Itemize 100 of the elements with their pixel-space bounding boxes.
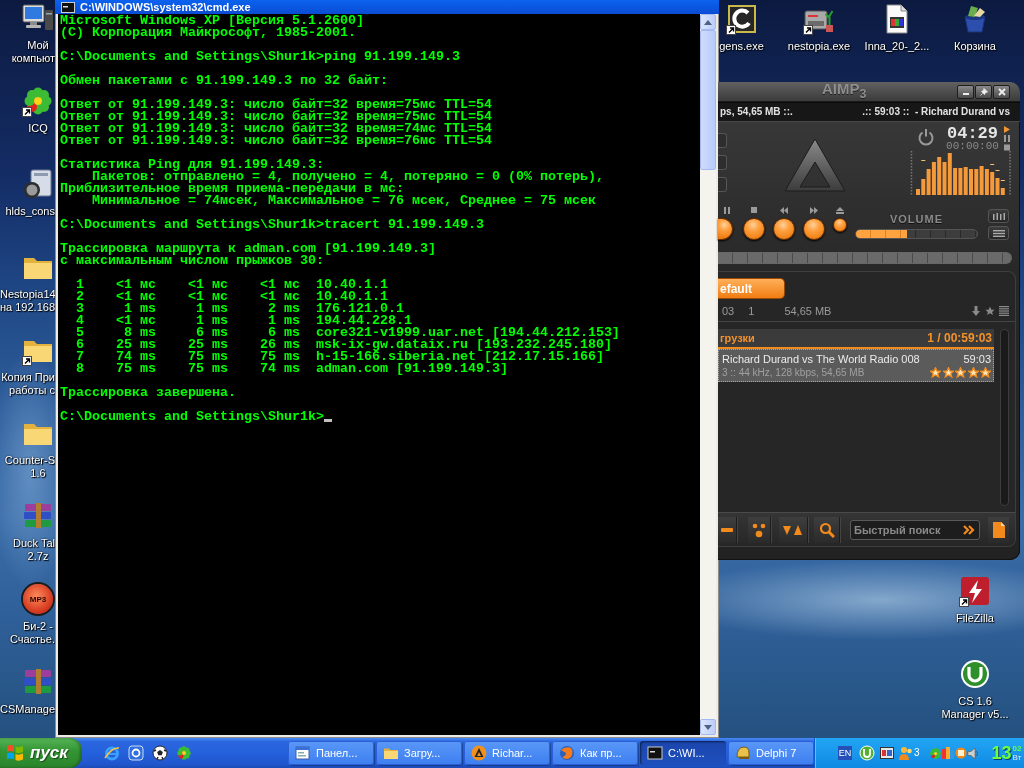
close-button[interactable] xyxy=(993,84,1010,99)
power-icon[interactable] xyxy=(917,128,935,146)
icon-label[interactable]: Копия При xyxy=(1,371,55,384)
task-button[interactable]: C:\WI... xyxy=(640,741,726,765)
app-icon[interactable] xyxy=(880,746,894,760)
task-button[interactable]: Delphi 7 xyxy=(728,741,814,765)
task-button[interactable]: Richar... xyxy=(464,741,550,765)
previous-button[interactable] xyxy=(773,218,795,240)
scrollbar[interactable] xyxy=(700,14,716,735)
console-line: Трассировка завершена. xyxy=(60,387,236,399)
search-icon xyxy=(818,521,835,538)
group-summary: 1 / 00:59:03 xyxy=(927,331,992,345)
down-arrow-icon[interactable] xyxy=(971,306,981,316)
speaker-icon[interactable] xyxy=(966,746,980,760)
lightning-tile-icon[interactable] xyxy=(959,575,991,607)
clock-day: Вт xyxy=(1012,753,1022,762)
icon-label[interactable]: Manager v5... xyxy=(941,708,1009,721)
tray-count: 3 xyxy=(914,747,920,759)
icon-label[interactable]: FileZilla xyxy=(956,612,994,625)
icon-label[interactable]: Inna_20-_2... xyxy=(864,40,930,53)
helmet-icon xyxy=(735,745,751,761)
globe-icon xyxy=(559,745,575,761)
console-line: 4 <1 мс 1 ms 1 ms 194.44.228.1 xyxy=(75,315,412,327)
icon-label[interactable]: Мой xyxy=(27,39,49,52)
previous-icon xyxy=(780,207,788,214)
task-button[interactable]: Панел... xyxy=(288,741,374,765)
console-app-icon xyxy=(61,1,75,13)
star-icon[interactable] xyxy=(955,367,966,378)
icon-label[interactable]: CSManage xyxy=(0,703,56,716)
icon-label[interactable]: CS 1.6 xyxy=(958,695,992,708)
track-duration: 59:03 xyxy=(963,352,991,366)
icon-label[interactable]: ICQ xyxy=(28,122,48,135)
console-line: C:\Documents and Settings\Shur1k>ping 91.199.149.3 xyxy=(60,51,460,63)
pin-icon xyxy=(979,87,988,96)
icon-label[interactable]: работы с xyxy=(9,384,55,397)
icon-label[interactable]: gens.exe xyxy=(719,40,764,53)
icon-label[interactable]: Nestopia14 xyxy=(0,288,56,301)
next-button[interactable] xyxy=(803,218,825,240)
icon-label[interactable]: Счастье. xyxy=(9,633,55,646)
file-type-badge[interactable]: MP3 xyxy=(23,584,53,614)
bars-button[interactable] xyxy=(988,209,1009,223)
icon-label[interactable]: на 192.168 xyxy=(0,301,55,314)
icon-label[interactable]: nestopia.exe xyxy=(787,40,851,53)
circle-logo-icon[interactable] xyxy=(959,658,991,690)
ring-orbit-icon[interactable] xyxy=(104,745,120,761)
list-icon xyxy=(992,229,1005,237)
pause-icon xyxy=(722,207,731,214)
group-header[interactable]: грузки 1 / 00:59:03 xyxy=(718,329,994,349)
start-button[interactable]: пуск xyxy=(0,738,82,768)
document-icon xyxy=(990,521,1007,538)
search-field[interactable]: Быстрый поиск xyxy=(850,519,980,540)
document-button[interactable] xyxy=(988,516,1009,543)
list-icon[interactable] xyxy=(999,306,1009,316)
flag-logo-icon xyxy=(6,744,24,762)
eject-button[interactable] xyxy=(833,218,847,232)
playlist-row[interactable]: Richard Durand vs The World Radio 008 59:03 3 :: 44 kHz, 128 kbps, 54,65 MB xyxy=(718,349,994,382)
down-arrow-icon xyxy=(704,724,712,730)
icon-label[interactable]: Корзина xyxy=(954,40,996,53)
minimize-button[interactable] xyxy=(957,84,974,99)
scroll-up-button[interactable] xyxy=(700,14,716,30)
scroll-thumb[interactable] xyxy=(700,30,716,170)
search-go-button[interactable] xyxy=(961,522,977,537)
list-button[interactable] xyxy=(988,226,1009,240)
pin-button[interactable] xyxy=(975,84,992,99)
language-indicator[interactable]: EN xyxy=(838,746,852,760)
icon-label[interactable]: компьют xyxy=(11,52,55,65)
star-icon[interactable] xyxy=(930,367,941,378)
console-line: 1 <1 мс <1 мс <1 мс 10.40.1.1 xyxy=(75,279,388,291)
console-line: (C) Корпорация Майкрософт, 1985-2001. xyxy=(60,27,356,39)
task-button[interactable]: Как пр... xyxy=(552,741,638,765)
volume-slider[interactable] xyxy=(855,229,978,239)
icon-label[interactable]: 2.7z xyxy=(27,550,49,563)
search-button[interactable] xyxy=(814,516,840,543)
flower-icon[interactable] xyxy=(22,85,54,117)
icon-label[interactable]: Counter-S xyxy=(4,454,55,467)
task-button[interactable]: Загру... xyxy=(376,741,462,765)
pause-button[interactable] xyxy=(718,218,733,240)
stop-button[interactable] xyxy=(743,218,765,240)
star-icon[interactable] xyxy=(967,367,979,378)
icon-label[interactable]: Би-2 - xyxy=(23,620,53,633)
console-line: C:\Documents and Settings\Shur1k>tracert 91.199.149.3 xyxy=(60,219,484,231)
sort-button[interactable] xyxy=(779,516,808,543)
scrollbar[interactable] xyxy=(1000,329,1009,506)
console-line: 6 25 ms 25 ms 26 ms msk-ix-gw.dataix.ru [193.232.245.180] xyxy=(75,339,612,351)
star-icon[interactable] xyxy=(942,367,954,378)
soccer-ball-icon[interactable] xyxy=(152,745,168,761)
server-box-icon[interactable] xyxy=(22,168,54,200)
scroll-down-button[interactable] xyxy=(700,719,716,735)
icon-label[interactable]: hlds_cons xyxy=(5,205,55,218)
icon-label[interactable]: 1.6 xyxy=(30,467,46,480)
dots-button[interactable] xyxy=(748,516,771,543)
remove-button[interactable] xyxy=(718,516,737,543)
sort-arrows-icon xyxy=(783,523,803,536)
close-icon xyxy=(997,87,1006,96)
star-icon[interactable] xyxy=(980,367,991,378)
icon-label[interactable]: Duck Tal xyxy=(13,537,55,550)
stop-icon xyxy=(750,207,758,214)
circle-logo-icon[interactable] xyxy=(859,745,875,761)
console-line: 5 8 ms 6 ms 6 ms core321-v1999.uar.net [194.44.212.153] xyxy=(75,327,620,339)
star-icon[interactable] xyxy=(985,306,995,316)
